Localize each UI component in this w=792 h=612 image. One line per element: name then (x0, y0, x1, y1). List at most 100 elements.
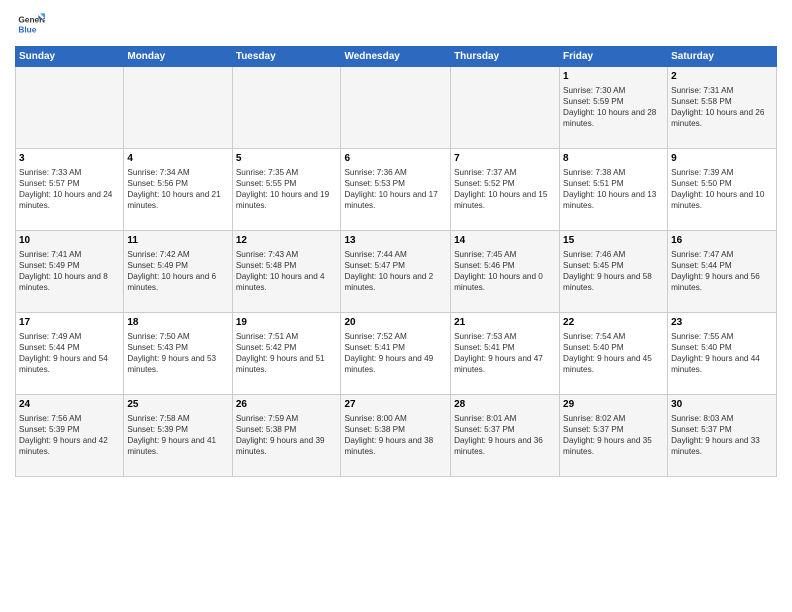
calendar-cell: 22Sunrise: 7:54 AM Sunset: 5:40 PM Dayli… (560, 313, 668, 395)
day-info: Sunrise: 7:39 AM Sunset: 5:50 PM Dayligh… (671, 167, 773, 211)
calendar-cell: 6Sunrise: 7:36 AM Sunset: 5:53 PM Daylig… (341, 149, 451, 231)
day-info: Sunrise: 8:03 AM Sunset: 5:37 PM Dayligh… (671, 413, 773, 457)
day-info: Sunrise: 7:45 AM Sunset: 5:46 PM Dayligh… (454, 249, 556, 293)
day-info: Sunrise: 7:46 AM Sunset: 5:45 PM Dayligh… (563, 249, 664, 293)
day-number: 15 (563, 234, 664, 248)
day-number: 3 (19, 152, 120, 166)
calendar-cell: 26Sunrise: 7:59 AM Sunset: 5:38 PM Dayli… (232, 395, 341, 477)
calendar-cell (16, 67, 124, 149)
calendar-cell (124, 67, 232, 149)
page-header: General Blue (15, 10, 777, 40)
day-info: Sunrise: 7:35 AM Sunset: 5:55 PM Dayligh… (236, 167, 338, 211)
weekday-header-monday: Monday (124, 47, 232, 67)
day-info: Sunrise: 7:34 AM Sunset: 5:56 PM Dayligh… (127, 167, 228, 211)
day-info: Sunrise: 7:37 AM Sunset: 5:52 PM Dayligh… (454, 167, 556, 211)
day-number: 21 (454, 316, 556, 330)
day-info: Sunrise: 8:01 AM Sunset: 5:37 PM Dayligh… (454, 413, 556, 457)
day-number: 26 (236, 398, 338, 412)
day-number: 22 (563, 316, 664, 330)
day-number: 28 (454, 398, 556, 412)
day-number: 20 (344, 316, 447, 330)
calendar-cell: 8Sunrise: 7:38 AM Sunset: 5:51 PM Daylig… (560, 149, 668, 231)
day-info: Sunrise: 8:00 AM Sunset: 5:38 PM Dayligh… (344, 413, 447, 457)
calendar-cell: 3Sunrise: 7:33 AM Sunset: 5:57 PM Daylig… (16, 149, 124, 231)
day-info: Sunrise: 7:49 AM Sunset: 5:44 PM Dayligh… (19, 331, 120, 375)
calendar-week-2: 3Sunrise: 7:33 AM Sunset: 5:57 PM Daylig… (16, 149, 777, 231)
day-info: Sunrise: 7:42 AM Sunset: 5:49 PM Dayligh… (127, 249, 228, 293)
day-number: 12 (236, 234, 338, 248)
day-info: Sunrise: 7:52 AM Sunset: 5:41 PM Dayligh… (344, 331, 447, 375)
day-number: 2 (671, 70, 773, 84)
weekday-header-friday: Friday (560, 47, 668, 67)
day-info: Sunrise: 7:36 AM Sunset: 5:53 PM Dayligh… (344, 167, 447, 211)
calendar-body: 1Sunrise: 7:30 AM Sunset: 5:59 PM Daylig… (16, 67, 777, 477)
calendar-cell: 19Sunrise: 7:51 AM Sunset: 5:42 PM Dayli… (232, 313, 341, 395)
logo-icon: General Blue (15, 10, 45, 40)
day-number: 16 (671, 234, 773, 248)
day-number: 9 (671, 152, 773, 166)
calendar-cell: 12Sunrise: 7:43 AM Sunset: 5:48 PM Dayli… (232, 231, 341, 313)
day-number: 25 (127, 398, 228, 412)
calendar-week-4: 17Sunrise: 7:49 AM Sunset: 5:44 PM Dayli… (16, 313, 777, 395)
day-info: Sunrise: 7:53 AM Sunset: 5:41 PM Dayligh… (454, 331, 556, 375)
calendar-cell: 9Sunrise: 7:39 AM Sunset: 5:50 PM Daylig… (668, 149, 777, 231)
day-number: 17 (19, 316, 120, 330)
calendar-cell: 20Sunrise: 7:52 AM Sunset: 5:41 PM Dayli… (341, 313, 451, 395)
day-info: Sunrise: 7:41 AM Sunset: 5:49 PM Dayligh… (19, 249, 120, 293)
calendar-week-5: 24Sunrise: 7:56 AM Sunset: 5:39 PM Dayli… (16, 395, 777, 477)
weekday-header-wednesday: Wednesday (341, 47, 451, 67)
day-number: 27 (344, 398, 447, 412)
day-number: 19 (236, 316, 338, 330)
calendar-cell: 21Sunrise: 7:53 AM Sunset: 5:41 PM Dayli… (451, 313, 560, 395)
calendar-cell: 11Sunrise: 7:42 AM Sunset: 5:49 PM Dayli… (124, 231, 232, 313)
day-number: 1 (563, 70, 664, 84)
calendar-cell: 27Sunrise: 8:00 AM Sunset: 5:38 PM Dayli… (341, 395, 451, 477)
day-number: 7 (454, 152, 556, 166)
day-info: Sunrise: 7:38 AM Sunset: 5:51 PM Dayligh… (563, 167, 664, 211)
calendar-cell: 30Sunrise: 8:03 AM Sunset: 5:37 PM Dayli… (668, 395, 777, 477)
calendar-cell: 1Sunrise: 7:30 AM Sunset: 5:59 PM Daylig… (560, 67, 668, 149)
day-number: 18 (127, 316, 228, 330)
calendar-cell (451, 67, 560, 149)
day-info: Sunrise: 7:47 AM Sunset: 5:44 PM Dayligh… (671, 249, 773, 293)
day-info: Sunrise: 7:30 AM Sunset: 5:59 PM Dayligh… (563, 85, 664, 129)
day-info: Sunrise: 7:55 AM Sunset: 5:40 PM Dayligh… (671, 331, 773, 375)
calendar-cell: 23Sunrise: 7:55 AM Sunset: 5:40 PM Dayli… (668, 313, 777, 395)
weekday-header-sunday: Sunday (16, 47, 124, 67)
day-info: Sunrise: 7:44 AM Sunset: 5:47 PM Dayligh… (344, 249, 447, 293)
day-number: 29 (563, 398, 664, 412)
day-info: Sunrise: 7:54 AM Sunset: 5:40 PM Dayligh… (563, 331, 664, 375)
weekday-header-saturday: Saturday (668, 47, 777, 67)
day-number: 10 (19, 234, 120, 248)
calendar-cell: 10Sunrise: 7:41 AM Sunset: 5:49 PM Dayli… (16, 231, 124, 313)
weekday-header-tuesday: Tuesday (232, 47, 341, 67)
day-info: Sunrise: 7:50 AM Sunset: 5:43 PM Dayligh… (127, 331, 228, 375)
day-number: 5 (236, 152, 338, 166)
calendar-cell: 14Sunrise: 7:45 AM Sunset: 5:46 PM Dayli… (451, 231, 560, 313)
calendar-cell: 13Sunrise: 7:44 AM Sunset: 5:47 PM Dayli… (341, 231, 451, 313)
day-info: Sunrise: 7:31 AM Sunset: 5:58 PM Dayligh… (671, 85, 773, 129)
day-number: 6 (344, 152, 447, 166)
weekday-row: SundayMondayTuesdayWednesdayThursdayFrid… (16, 47, 777, 67)
day-info: Sunrise: 8:02 AM Sunset: 5:37 PM Dayligh… (563, 413, 664, 457)
calendar-cell: 25Sunrise: 7:58 AM Sunset: 5:39 PM Dayli… (124, 395, 232, 477)
calendar-cell: 17Sunrise: 7:49 AM Sunset: 5:44 PM Dayli… (16, 313, 124, 395)
calendar-header: SundayMondayTuesdayWednesdayThursdayFrid… (16, 47, 777, 67)
calendar-week-3: 10Sunrise: 7:41 AM Sunset: 5:49 PM Dayli… (16, 231, 777, 313)
svg-text:Blue: Blue (18, 25, 36, 35)
calendar-cell: 15Sunrise: 7:46 AM Sunset: 5:45 PM Dayli… (560, 231, 668, 313)
calendar-cell: 24Sunrise: 7:56 AM Sunset: 5:39 PM Dayli… (16, 395, 124, 477)
calendar-cell (232, 67, 341, 149)
day-number: 24 (19, 398, 120, 412)
calendar-cell: 18Sunrise: 7:50 AM Sunset: 5:43 PM Dayli… (124, 313, 232, 395)
calendar-cell: 7Sunrise: 7:37 AM Sunset: 5:52 PM Daylig… (451, 149, 560, 231)
day-info: Sunrise: 7:43 AM Sunset: 5:48 PM Dayligh… (236, 249, 338, 293)
day-info: Sunrise: 7:59 AM Sunset: 5:38 PM Dayligh… (236, 413, 338, 457)
day-number: 8 (563, 152, 664, 166)
day-number: 23 (671, 316, 773, 330)
calendar-cell (341, 67, 451, 149)
weekday-header-thursday: Thursday (451, 47, 560, 67)
day-info: Sunrise: 7:51 AM Sunset: 5:42 PM Dayligh… (236, 331, 338, 375)
day-info: Sunrise: 7:33 AM Sunset: 5:57 PM Dayligh… (19, 167, 120, 211)
day-number: 30 (671, 398, 773, 412)
